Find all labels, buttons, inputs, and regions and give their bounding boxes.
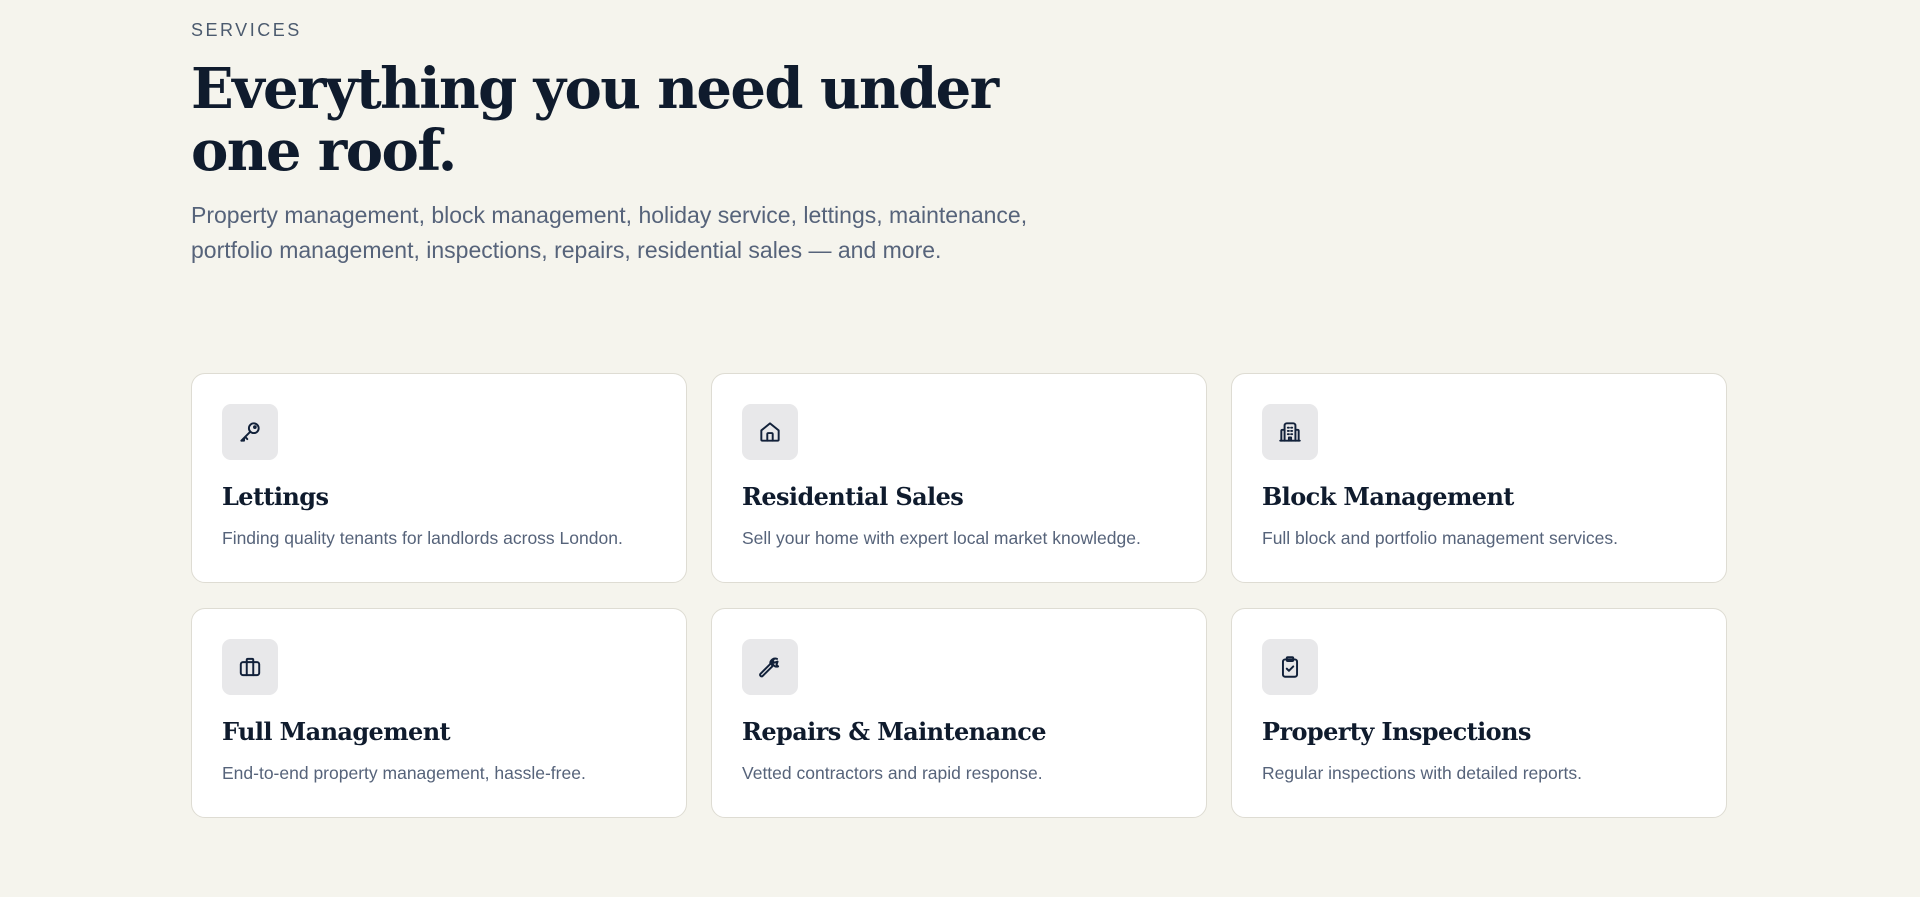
service-card-residential-sales[interactable]: Residential Sales Sell your home with ex… [711, 373, 1207, 583]
card-description: End-to-end property management, hassle-f… [222, 763, 586, 783]
service-card-repairs-maintenance[interactable]: Repairs & Maintenance Vetted contractors… [711, 608, 1207, 818]
building-icon [1262, 404, 1318, 460]
card-description: Vetted contractors and rapid response. [742, 763, 1043, 783]
card-title: Lettings [222, 482, 329, 511]
service-card-lettings[interactable]: Lettings Finding quality tenants for lan… [191, 373, 687, 583]
card-description: Sell your home with expert local market … [742, 528, 1141, 548]
section-intro: Property management, block management, h… [191, 202, 1028, 263]
briefcase-icon [222, 639, 278, 695]
card-title: Repairs & Maintenance [742, 717, 1047, 746]
card-title: Full Management [222, 717, 451, 746]
wrench-icon [742, 639, 798, 695]
card-title: Residential Sales [742, 482, 964, 511]
card-description: Regular inspections with detailed report… [1262, 763, 1583, 783]
card-title: Block Management [1262, 482, 1514, 511]
clipboard-check-icon [1262, 639, 1318, 695]
service-card-property-inspections[interactable]: Property Inspections Regular inspections… [1231, 608, 1727, 818]
card-title: Property Inspections [1262, 717, 1531, 746]
house-icon [742, 404, 798, 460]
section-eyebrow: SERVICES [191, 20, 302, 40]
section-headline: Everything you need under one roof. [191, 56, 999, 184]
card-description: Full block and portfolio management serv… [1262, 528, 1619, 548]
key-icon [222, 404, 278, 460]
service-card-full-management[interactable]: Full Management End-to-end property mana… [191, 608, 687, 818]
service-card-block-management[interactable]: Block Management Full block and portfoli… [1231, 373, 1727, 583]
card-description: Finding quality tenants for landlords ac… [222, 528, 623, 548]
